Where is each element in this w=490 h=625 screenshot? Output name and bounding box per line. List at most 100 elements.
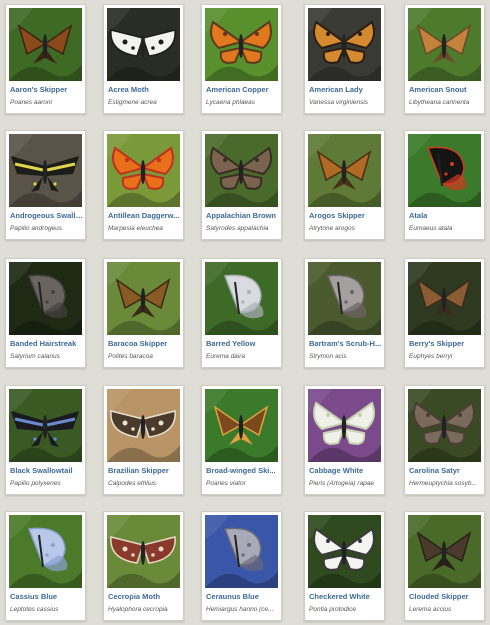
butterfly-card[interactable]: Cecropia Moth Hyalophora cecropia	[103, 511, 184, 621]
common-name[interactable]: Atala	[409, 211, 483, 221]
common-name[interactable]: Clouded Skipper	[409, 592, 483, 602]
common-name[interactable]: Barred Yellow	[206, 339, 280, 349]
scientific-name: Poanes aaroni	[10, 99, 52, 106]
common-name[interactable]: Checkered White	[309, 592, 383, 602]
butterfly-card[interactable]: Arogos Skipper Atrytone arogos	[304, 130, 385, 240]
scientific-name: Hyalophora cecropia	[108, 606, 168, 613]
skipper-butterfly-icon	[107, 389, 180, 462]
common-name[interactable]: Antillean Daggerw...	[108, 211, 182, 221]
scientific-name: Hermeuptychia sosyb...	[409, 480, 477, 487]
butterfly-photo[interactable]	[9, 262, 82, 335]
skipper-butterfly-icon	[9, 8, 82, 81]
skipper-butterfly-icon	[408, 262, 481, 335]
butterfly-photo[interactable]	[205, 134, 278, 207]
butterfly-card[interactable]: Atala Eumaeus atala	[404, 130, 485, 240]
moth-icon	[107, 8, 180, 81]
skipper-butterfly-icon	[308, 134, 381, 207]
scientific-name: Lerema accius	[409, 606, 452, 613]
scientific-name: Euphyes berryi	[409, 353, 453, 360]
scientific-name: Satyrodes appalachia	[206, 225, 269, 232]
butterfly-photo[interactable]	[308, 8, 381, 81]
butterfly-card[interactable]: Brazilian Skipper Calpodes ethlius	[103, 385, 184, 495]
butterfly-card[interactable]: American Copper Lycaena phlaeas	[201, 4, 282, 114]
butterfly-card[interactable]: Banded Hairstreak Satyrium calanus	[5, 258, 86, 368]
butterfly-card[interactable]: Appalachian Brown Satyrodes appalachia	[201, 130, 282, 240]
blue-butterfly-icon	[205, 515, 278, 588]
butterfly-photo[interactable]	[205, 262, 278, 335]
butterfly-photo[interactable]	[9, 389, 82, 462]
butterfly-photo[interactable]	[205, 8, 278, 81]
brown-butterfly-icon	[205, 134, 278, 207]
butterfly-photo[interactable]	[205, 389, 278, 462]
butterfly-photo[interactable]	[408, 8, 481, 81]
butterfly-card[interactable]: Clouded Skipper Lerema accius	[404, 511, 485, 621]
butterfly-card[interactable]: Acrea Moth Estigmene acrea	[103, 4, 184, 114]
common-name[interactable]: Cassius Blue	[10, 592, 84, 602]
butterfly-photo[interactable]	[107, 134, 180, 207]
butterfly-card[interactable]: American Lady Vanessa virginiensis	[304, 4, 385, 114]
common-name[interactable]: Cecropia Moth	[108, 592, 182, 602]
common-name[interactable]: Acrea Moth	[108, 85, 182, 95]
butterfly-photo[interactable]	[408, 134, 481, 207]
common-name[interactable]: Black Swallowtail	[10, 466, 84, 476]
butterfly-photo[interactable]	[9, 8, 82, 81]
butterfly-card[interactable]: Aaron's Skipper Poanes aaroni	[5, 4, 86, 114]
scientific-name: Strymon acis	[309, 353, 347, 360]
butterfly-photo[interactable]	[205, 515, 278, 588]
common-name[interactable]: Ceraunus Blue	[206, 592, 280, 602]
common-name[interactable]: American Copper	[206, 85, 280, 95]
butterfly-photo[interactable]	[107, 8, 180, 81]
blue-butterfly-icon	[9, 515, 82, 588]
butterfly-card[interactable]: Checkered White Pontia protodice	[304, 511, 385, 621]
butterfly-card[interactable]: Black Swallowtail Papilio polyxenes	[5, 385, 86, 495]
common-name[interactable]: American Lady	[309, 85, 383, 95]
butterfly-photo[interactable]	[408, 515, 481, 588]
butterfly-card[interactable]: Barred Yellow Eurema daira	[201, 258, 282, 368]
butterfly-card[interactable]: Broad-winged Ski... Poanes viator	[201, 385, 282, 495]
butterfly-photo[interactable]	[107, 389, 180, 462]
common-name[interactable]: Baracoa Skipper	[108, 339, 182, 349]
common-name[interactable]: American Snout	[409, 85, 483, 95]
butterfly-photo[interactable]	[408, 262, 481, 335]
butterfly-card[interactable]: Cabbage White Pieris (Artogeia) rapae	[304, 385, 385, 495]
hairstreak-butterfly-icon	[9, 262, 82, 335]
butterfly-photo[interactable]	[107, 515, 180, 588]
butterfly-photo[interactable]	[308, 262, 381, 335]
butterfly-card[interactable]: Berry's Skipper Euphyes berryi	[404, 258, 485, 368]
common-name[interactable]: Banded Hairstreak	[10, 339, 84, 349]
butterfly-card[interactable]: Baracoa Skipper Polites baracoa	[103, 258, 184, 368]
butterfly-card[interactable]: Antillean Daggerw... Marpesia eleuchea	[103, 130, 184, 240]
common-name[interactable]: Aaron's Skipper	[10, 85, 84, 95]
butterfly-gallery: Aaron's Skipper Poanes aaroni Acrea Moth E…	[0, 0, 490, 625]
scientific-name: Polites baracoa	[108, 353, 153, 360]
common-name[interactable]: Arogos Skipper	[309, 211, 383, 221]
scientific-name: Papilio androgeus	[10, 225, 63, 232]
yellow-butterfly-icon	[205, 262, 278, 335]
butterfly-photo[interactable]	[9, 515, 82, 588]
scientific-name: Papilio polyxenes	[10, 480, 61, 487]
satyr-butterfly-icon	[408, 389, 481, 462]
common-name[interactable]: Brazilian Skipper	[108, 466, 182, 476]
common-name[interactable]: Appalachian Brown	[206, 211, 280, 221]
butterfly-photo[interactable]	[308, 134, 381, 207]
common-name[interactable]: Bartram's Scrub-H...	[309, 339, 383, 349]
butterfly-card[interactable]: Ceraunus Blue Hemiargus hanno (ce...	[201, 511, 282, 621]
butterfly-card[interactable]: American Snout Libytheana carinenta	[404, 4, 485, 114]
butterfly-photo[interactable]	[408, 389, 481, 462]
common-name[interactable]: Broad-winged Ski...	[206, 466, 280, 476]
butterfly-photo[interactable]	[107, 262, 180, 335]
butterfly-photo[interactable]	[308, 515, 381, 588]
butterfly-card[interactable]: Cassius Blue Leptotes cassius	[5, 511, 86, 621]
butterfly-card[interactable]: Androgeous Swallo... Papilio androgeus	[5, 130, 86, 240]
butterfly-photo[interactable]	[308, 389, 381, 462]
common-name[interactable]: Carolina Satyr	[409, 466, 483, 476]
common-name[interactable]: Cabbage White	[309, 466, 383, 476]
scientific-name: Eurema daira	[206, 353, 246, 360]
butterfly-photo[interactable]	[9, 134, 82, 207]
butterfly-card[interactable]: Carolina Satyr Hermeuptychia sosyb...	[404, 385, 485, 495]
atala-butterfly-icon	[408, 134, 481, 207]
butterfly-card[interactable]: Bartram's Scrub-H... Strymon acis	[304, 258, 385, 368]
scientific-name: Atrytone arogos	[309, 225, 355, 232]
common-name[interactable]: Berry's Skipper	[409, 339, 483, 349]
common-name[interactable]: Androgeous Swallo...	[10, 211, 84, 221]
